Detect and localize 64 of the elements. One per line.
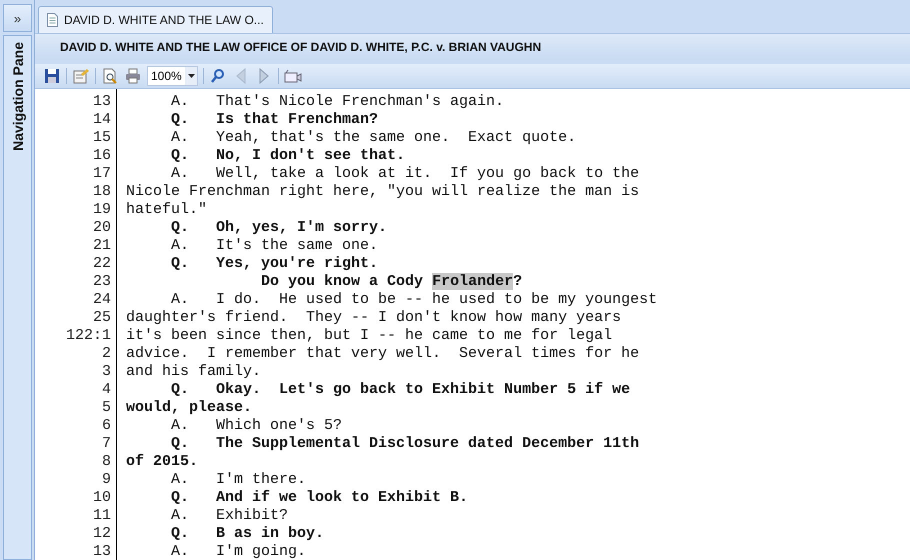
transcript-line: A. Well, take a look at it. If you go back to the bbox=[170, 164, 640, 182]
transcript-line: and his family. bbox=[126, 362, 262, 380]
line-number: 17 bbox=[92, 164, 112, 182]
line-number: 15 bbox=[92, 128, 112, 146]
transcript-line: A. I do. He used to be -- he used to be my youngest bbox=[170, 290, 658, 308]
transcript-line: daughter's friend. They -- I don't know how many years bbox=[126, 308, 622, 326]
transcript-line: would, please. bbox=[126, 398, 252, 416]
transcript-line: A. That's Nicole Frenchman's again. bbox=[170, 92, 504, 110]
transcript-line: A. I'm there. bbox=[170, 470, 306, 488]
transcript-line: Q. B as in boy. bbox=[170, 524, 324, 542]
expand-button[interactable]: » bbox=[3, 4, 32, 32]
line-number: 7 bbox=[100, 434, 112, 452]
line-number: 14 bbox=[92, 110, 112, 128]
line-number: 12 bbox=[92, 524, 112, 542]
transcript-line: it's been since then, but I -- he came to me for legal bbox=[126, 326, 612, 344]
transcript-line: Q. Is that Frenchman? bbox=[170, 110, 378, 128]
line-number: 5 bbox=[100, 398, 112, 416]
line-number: 19 bbox=[92, 200, 112, 218]
line-number: 20 bbox=[92, 218, 112, 236]
transcript-line: Q. And if we look to Exhibit B. bbox=[170, 488, 468, 506]
document-tab[interactable]: DAVID D. WHITE AND THE LAW O... bbox=[38, 6, 273, 33]
transcript-line: hateful." bbox=[126, 200, 208, 218]
line-number: 22 bbox=[92, 254, 112, 272]
transcript-line: A. Exhibit? bbox=[170, 506, 288, 524]
camera-icon[interactable] bbox=[284, 67, 302, 85]
transcript-line: Q. No, I don't see that. bbox=[170, 146, 406, 164]
line-number: 6 bbox=[100, 416, 112, 434]
caret-icon bbox=[188, 74, 194, 78]
line-number: 10 bbox=[92, 488, 112, 506]
transcript-line: advice. I remember that very well. Several times for he bbox=[126, 344, 640, 362]
transcript-line: of 2015. bbox=[126, 452, 198, 470]
transcript-line: A. I'm going. bbox=[170, 542, 306, 560]
transcript-line: Do you know a Cody Frolander? bbox=[260, 272, 522, 290]
line-number: 9 bbox=[100, 470, 112, 488]
transcript-line: Q. Okay. Let's go back to Exhibit Number 5 if we bbox=[170, 380, 630, 398]
transcript-line: A. Yeah, that's the same one. Exact quote. bbox=[170, 128, 576, 146]
zoom-dropdown[interactable]: 100% bbox=[147, 66, 198, 86]
line-number: 2 bbox=[100, 344, 112, 362]
transcript-line: Nicole Frenchman right here, "you will realize the man is bbox=[126, 182, 640, 200]
navigation-pane-tab[interactable]: Navigation Pane bbox=[3, 35, 32, 560]
transcript-line: Q. Oh, yes, I'm sorry. bbox=[170, 218, 388, 236]
line-number: 11 bbox=[92, 506, 112, 524]
line-number: 16 bbox=[92, 146, 112, 164]
transcript-line: A. Which one's 5? bbox=[170, 416, 342, 434]
save-icon[interactable] bbox=[43, 67, 61, 85]
transcript-line: Q. The Supplemental Disclosure dated December 11th bbox=[170, 434, 640, 452]
transcript-line: A. It's the same one. bbox=[170, 236, 378, 254]
line-number: 13 bbox=[92, 542, 112, 560]
print-preview-icon[interactable] bbox=[101, 67, 119, 85]
search-icon[interactable] bbox=[209, 67, 227, 85]
line-number: 4 bbox=[100, 380, 112, 398]
properties-icon[interactable] bbox=[72, 67, 90, 85]
print-icon[interactable] bbox=[124, 67, 142, 85]
line-number: 25 bbox=[92, 308, 112, 326]
line-number: 18 bbox=[92, 182, 112, 200]
line-number: 23 bbox=[92, 272, 112, 290]
document-icon bbox=[47, 13, 58, 27]
line-number: 8 bbox=[100, 452, 112, 470]
line-number: 3 bbox=[100, 362, 112, 380]
line-number: 24 bbox=[92, 290, 112, 308]
transcript-line: Q. Yes, you're right. bbox=[170, 254, 378, 272]
line-number: 122:1 bbox=[64, 326, 112, 344]
line-number: 21 bbox=[92, 236, 112, 254]
line-number: 13 bbox=[92, 92, 112, 110]
